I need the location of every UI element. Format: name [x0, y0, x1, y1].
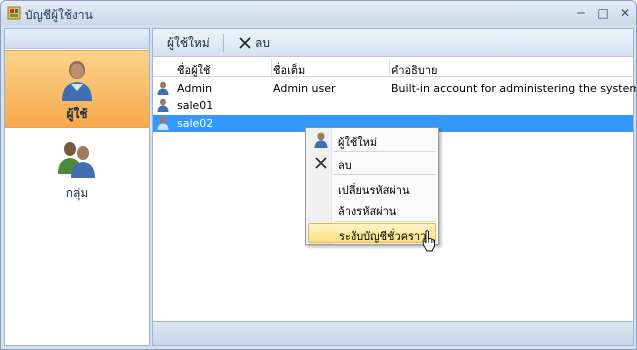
menu-item-suspend-account[interactable]: ระงับบัญชีชั่วคราว: [308, 223, 436, 243]
column-header-description[interactable]: คำอธิบาย: [391, 61, 437, 79]
column-divider[interactable]: [271, 59, 272, 77]
menu-item-label: ล้างรหัสผ่าน: [338, 205, 397, 218]
menu-item-label: ผู้ใช้ใหม่: [338, 136, 378, 149]
mouse-cursor-icon: [422, 230, 435, 252]
column-header-fullname[interactable]: ชื่อเต็ม: [273, 61, 305, 79]
user-icon: [157, 116, 169, 130]
navigation-header: [5, 29, 149, 49]
menu-item-label: ระงับบัญชีชั่วคราว: [339, 230, 427, 243]
menu-separator: [334, 151, 436, 152]
navigation-panel: ผู้ใช้ กลุ่ม: [4, 28, 150, 346]
cell-username: Admin: [177, 82, 213, 95]
column-header-username[interactable]: ชื่อผู้ใช้: [177, 61, 210, 79]
menu-item-change-password[interactable]: เปลี่ยนรหัสผ่าน: [308, 178, 436, 198]
delete-label: ลบ: [255, 36, 270, 50]
close-button[interactable]: ✕: [614, 4, 636, 22]
cell-username: sale01: [177, 99, 214, 112]
table-row[interactable]: sale01: [153, 97, 633, 114]
context-menu: ผู้ใช้ใหม่ ลบ เปลี่ยนรหัสผ่าน ล้างรหัสผ่…: [305, 127, 439, 245]
toolbar-separator: [223, 34, 224, 52]
menu-separator: [334, 221, 436, 222]
menu-item-new-user[interactable]: ผู้ใช้ใหม่: [308, 130, 436, 150]
cell-fullname: Admin user: [273, 82, 336, 95]
user-accounts-window: บัญชีผู้ใช้งาน ─ □ ✕ ผู้ใช้ กลุ่ม ผู้ใช้…: [0, 0, 637, 350]
user-icon: [157, 81, 169, 95]
menu-separator: [334, 174, 436, 175]
close-icon: [315, 157, 327, 169]
column-divider[interactable]: [389, 59, 390, 77]
nav-item-groups[interactable]: กลุ่ม: [5, 130, 149, 208]
window-title: บัญชีผู้ใช้งาน: [25, 8, 93, 22]
title-bar: บัญชีผู้ใช้งาน ─ □ ✕: [1, 1, 636, 25]
app-icon: [7, 6, 21, 20]
user-icon: [157, 98, 169, 112]
new-user-button[interactable]: ผู้ใช้ใหม่: [167, 34, 210, 52]
menu-item-delete[interactable]: ลบ: [308, 153, 436, 173]
cell-description: Built-in account for administering the s…: [391, 82, 637, 95]
user-icon: [62, 61, 92, 101]
status-bar: [153, 321, 633, 345]
nav-label-users: ผู้ใช้: [66, 107, 88, 121]
maximize-button[interactable]: □: [592, 4, 614, 22]
table-header: ชื่อผู้ใช้ ชื่อเต็ม คำอธิบาย: [153, 59, 633, 77]
group-icon: [58, 142, 95, 178]
nav-label-groups: กลุ่ม: [65, 186, 89, 200]
minimize-button[interactable]: ─: [570, 4, 592, 22]
toolbar: ผู้ใช้ใหม่ ลบ: [153, 29, 633, 57]
nav-item-users[interactable]: ผู้ใช้: [5, 50, 149, 128]
menu-item-label: เปลี่ยนรหัสผ่าน: [338, 184, 410, 197]
table-row[interactable]: Admin Admin user Built-in account for ad…: [153, 80, 636, 97]
menu-item-label: ลบ: [338, 159, 352, 172]
cell-username: sale02: [177, 117, 214, 130]
user-icon: [314, 132, 328, 148]
menu-item-clear-password[interactable]: ล้างรหัสผ่าน: [308, 199, 436, 219]
close-icon: [239, 37, 251, 49]
